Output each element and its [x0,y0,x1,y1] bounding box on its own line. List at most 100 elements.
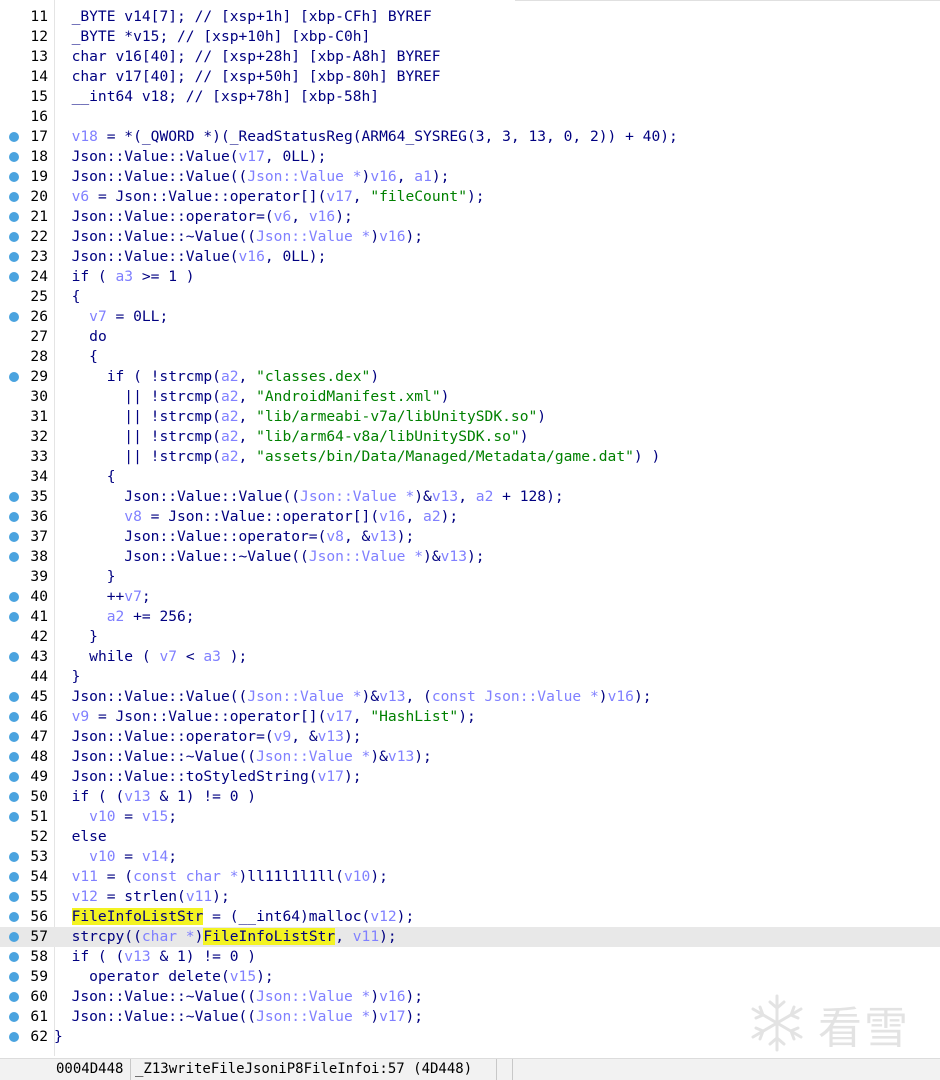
code-text[interactable]: v6 = Json::Value::operator[](v17, "fileC… [54,187,485,207]
code-line[interactable]: 24 if ( a3 >= 1 ) [0,267,940,287]
code-text[interactable]: } [54,1027,63,1047]
code-text[interactable]: Json::Value::~Value((Json::Value *)v16); [54,987,423,1007]
code-line[interactable]: 33 || !strcmp(a2, "assets/bin/Data/Manag… [0,447,940,467]
code-text[interactable]: v11 = (const char *)ll11l1l1ll(v10); [54,867,388,887]
code-text[interactable]: { [54,347,98,367]
breakpoint-dot-icon[interactable] [9,592,19,602]
code-line[interactable]: 48 Json::Value::~Value((Json::Value *)&v… [0,747,940,767]
code-line[interactable]: 53 v10 = v14; [0,847,940,867]
code-line[interactable]: 27 do [0,327,940,347]
code-text[interactable]: char v16[40]; // [xsp+28h] [xbp-A8h] BYR… [54,47,441,67]
code-line[interactable]: 59 operator delete(v15); [0,967,940,987]
code-text[interactable]: v12 = strlen(v11); [54,887,230,907]
pseudocode-view[interactable]: 11 _BYTE v14[7]; // [xsp+1h] [xbp-CFh] B… [0,0,940,1056]
breakpoint-dot-icon[interactable] [9,532,19,542]
code-line[interactable]: 39 } [0,567,940,587]
code-line[interactable]: 34 { [0,467,940,487]
code-text[interactable]: v8 = Json::Value::operator[](v16, a2); [54,507,458,527]
code-text[interactable]: Json::Value::operator=(v8, &v13); [54,527,414,547]
code-text[interactable]: Json::Value::~Value((Json::Value *)v16); [54,227,423,247]
code-line[interactable]: 49 Json::Value::toStyledString(v17); [0,767,940,787]
breakpoint-dot-icon[interactable] [9,492,19,502]
breakpoint-dot-icon[interactable] [9,792,19,802]
code-line[interactable]: 44 } [0,667,940,687]
code-line[interactable]: 36 v8 = Json::Value::operator[](v16, a2)… [0,507,940,527]
breakpoint-dot-icon[interactable] [9,812,19,822]
code-line[interactable]: 35 Json::Value::Value((Json::Value *)&v1… [0,487,940,507]
breakpoint-dot-icon[interactable] [9,872,19,882]
code-line[interactable]: 58 if ( (v13 & 1) != 0 ) [0,947,940,967]
code-line[interactable]: 37 Json::Value::operator=(v8, &v13); [0,527,940,547]
code-text[interactable]: v7 = 0LL; [54,307,168,327]
breakpoint-dot-icon[interactable] [9,612,19,622]
code-text[interactable]: do [54,327,107,347]
code-line[interactable]: 16 [0,107,940,127]
code-text[interactable]: Json::Value::Value(v16, 0LL); [54,247,327,267]
breakpoint-dot-icon[interactable] [9,732,19,742]
breakpoint-dot-icon[interactable] [9,712,19,722]
breakpoint-dot-icon[interactable] [9,1012,19,1022]
code-line[interactable]: 41 a2 += 256; [0,607,940,627]
code-line[interactable]: 31 || !strcmp(a2, "lib/armeabi-v7a/libUn… [0,407,940,427]
code-line[interactable]: 32 || !strcmp(a2, "lib/arm64-v8a/libUnit… [0,427,940,447]
code-line[interactable]: 54 v11 = (const char *)ll11l1l1ll(v10); [0,867,940,887]
code-line[interactable]: 55 v12 = strlen(v11); [0,887,940,907]
code-line[interactable]: 28 { [0,347,940,367]
code-text[interactable]: Json::Value::Value((Json::Value *)&v13, … [54,487,563,507]
code-line[interactable]: 11 _BYTE v14[7]; // [xsp+1h] [xbp-CFh] B… [0,7,940,27]
code-line[interactable]: 12 _BYTE *v15; // [xsp+10h] [xbp-C0h] [0,27,940,47]
breakpoint-dot-icon[interactable] [9,212,19,222]
breakpoint-dot-icon[interactable] [9,1032,19,1042]
code-line[interactable]: 52 else [0,827,940,847]
breakpoint-dot-icon[interactable] [9,232,19,242]
code-text[interactable]: a2 += 256; [54,607,195,627]
breakpoint-dot-icon[interactable] [9,772,19,782]
code-line[interactable]: 22 Json::Value::~Value((Json::Value *)v1… [0,227,940,247]
code-text[interactable]: || !strcmp(a2, "AndroidManifest.xml") [54,387,449,407]
code-line[interactable]: 17 v18 = *(_QWORD *)(_ReadStatusReg(ARM6… [0,127,940,147]
code-line[interactable]: 46 v9 = Json::Value::operator[](v17, "Ha… [0,707,940,727]
code-line[interactable]: 14 char v17[40]; // [xsp+50h] [xbp-80h] … [0,67,940,87]
code-line[interactable]: 40 ++v7; [0,587,940,607]
code-line[interactable]: 18 Json::Value::Value(v17, 0LL); [0,147,940,167]
breakpoint-dot-icon[interactable] [9,252,19,262]
code-text[interactable]: if ( a3 >= 1 ) [54,267,195,287]
breakpoint-dot-icon[interactable] [9,552,19,562]
code-text[interactable]: Json::Value::Value((Json::Value *)&v13, … [54,687,652,707]
code-text[interactable]: v18 = *(_QWORD *)(_ReadStatusReg(ARM64_S… [54,127,678,147]
code-line[interactable]: 51 v10 = v15; [0,807,940,827]
breakpoint-dot-icon[interactable] [9,512,19,522]
code-text[interactable]: Json::Value::~Value((Json::Value *)&v13)… [54,547,484,567]
code-line[interactable]: 20 v6 = Json::Value::operator[](v17, "fi… [0,187,940,207]
breakpoint-dot-icon[interactable] [9,932,19,942]
code-text[interactable]: || !strcmp(a2, "assets/bin/Data/Managed/… [54,447,660,467]
code-line[interactable]: 56 FileInfoListStr = (__int64)malloc(v12… [0,907,940,927]
code-line[interactable]: 45 Json::Value::Value((Json::Value *)&v1… [0,687,940,707]
code-text[interactable]: Json::Value::Value(v17, 0LL); [54,147,327,167]
code-line[interactable]: 23 Json::Value::Value(v16, 0LL); [0,247,940,267]
code-text[interactable]: char v17[40]; // [xsp+50h] [xbp-80h] BYR… [54,67,441,87]
code-text[interactable]: Json::Value::~Value((Json::Value *)v17); [54,1007,423,1027]
breakpoint-dot-icon[interactable] [9,132,19,142]
code-text[interactable]: Json::Value::operator=(v9, &v13); [54,727,362,747]
code-text[interactable]: || !strcmp(a2, "lib/arm64-v8a/libUnitySD… [54,427,528,447]
code-text[interactable]: if ( (v13 & 1) != 0 ) [54,947,257,967]
breakpoint-dot-icon[interactable] [9,892,19,902]
code-line[interactable]: 38 Json::Value::~Value((Json::Value *)&v… [0,547,940,567]
breakpoint-dot-icon[interactable] [9,172,19,182]
code-line[interactable]: 21 Json::Value::operator=(v6, v16); [0,207,940,227]
code-line-current[interactable]: 57 strcpy((char *)FileInfoListStr, v11); [0,927,940,947]
code-text[interactable]: Json::Value::toStyledString(v17); [54,767,362,787]
breakpoint-dot-icon[interactable] [9,372,19,382]
code-text[interactable]: v10 = v15; [54,807,177,827]
code-text[interactable]: || !strcmp(a2, "lib/armeabi-v7a/libUnity… [54,407,546,427]
code-line[interactable]: 47 Json::Value::operator=(v9, &v13); [0,727,940,747]
code-line[interactable]: 15 __int64 v18; // [xsp+78h] [xbp-58h] [0,87,940,107]
code-text[interactable]: ++v7; [54,587,151,607]
breakpoint-dot-icon[interactable] [9,192,19,202]
breakpoint-dot-icon[interactable] [9,152,19,162]
code-text[interactable]: Json::Value::~Value((Json::Value *)&v13)… [54,747,432,767]
code-line[interactable]: 19 Json::Value::Value((Json::Value *)v16… [0,167,940,187]
code-text[interactable]: strcpy((char *)FileInfoListStr, v11); [54,927,397,947]
code-line[interactable]: 13 char v16[40]; // [xsp+28h] [xbp-A8h] … [0,47,940,67]
